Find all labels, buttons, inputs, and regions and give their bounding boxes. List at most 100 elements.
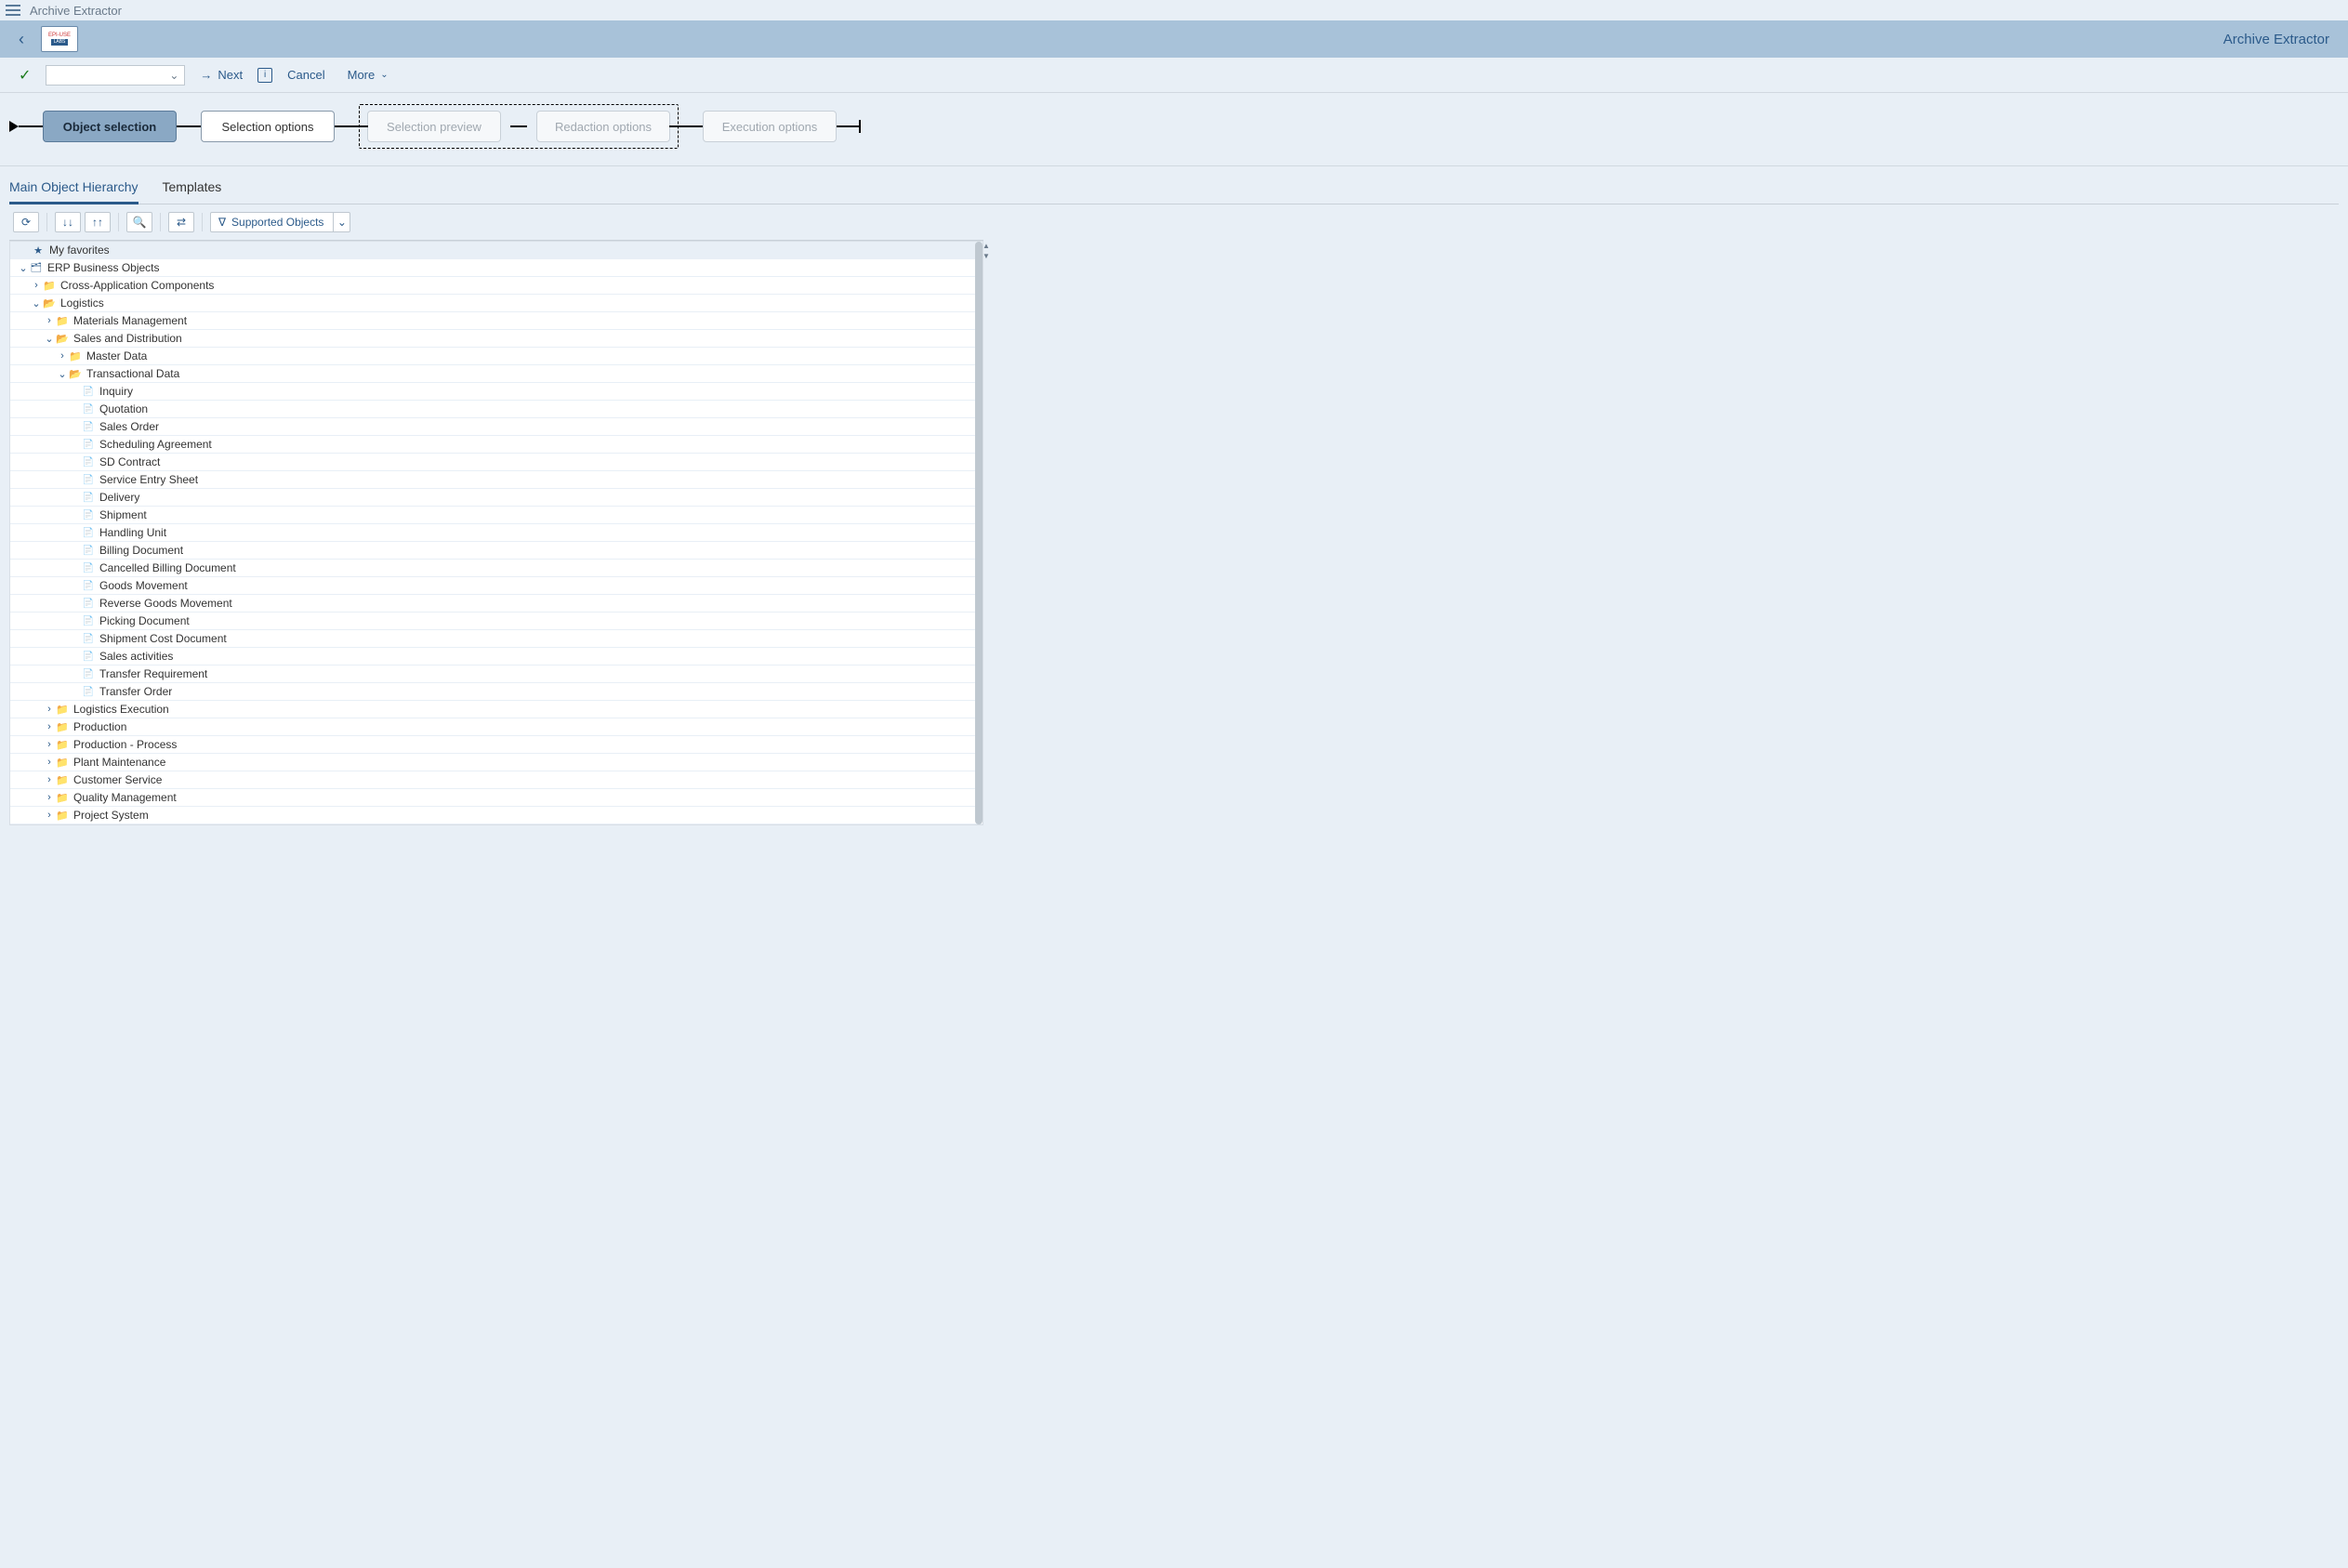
tree-leaf-transfer-order[interactable]: 📄Transfer Order [10,683,983,701]
folder-icon: 📁 [55,739,70,751]
tree-node-favorites[interactable]: ★ My favorites [10,242,983,259]
expand-icon[interactable]: › [44,792,55,803]
logo-bottom: LABS [51,39,69,46]
tree-node-trans-data[interactable]: ⌄ 📂 Transactional Data [10,365,983,383]
tree-leaf-sd-contract[interactable]: 📄SD Contract [10,454,983,471]
tree-node-sd[interactable]: ⌄ 📂 Sales and Distribution [10,330,983,348]
collapse-icon[interactable]: ⌄ [57,368,68,380]
tree-leaf-billing-doc[interactable]: 📄Billing Document [10,542,983,560]
find-button[interactable]: 🔍 [126,212,152,232]
tree-leaf-handling-unit[interactable]: 📄Handling Unit [10,524,983,542]
folder-icon: 📁 [55,721,70,733]
tree-toolbar: ⟳ ↓↓ ↑↑ 🔍 ⇄ ∇Supported Objects ⌄ [9,204,983,241]
page-title: Archive Extractor [2223,32,2329,47]
tree-leaf-goods-movement[interactable]: 📄Goods Movement [10,577,983,595]
expand-icon[interactable]: › [44,721,55,732]
train-connector [335,125,359,127]
tree-node-logistics[interactable]: ⌄ 📂 Logistics [10,295,983,312]
tree-leaf-transfer-req[interactable]: 📄Transfer Requirement [10,665,983,683]
tree-leaf-delivery[interactable]: 📄Delivery [10,489,983,507]
transaction-field[interactable] [46,66,184,85]
doc-icon: 📄 [81,669,96,679]
expand-icon[interactable]: › [57,350,68,362]
collapse-icon[interactable]: ⌄ [31,297,42,310]
filter-label: Supported Objects [231,216,323,229]
doc-icon: 📄 [81,687,96,697]
step-selection-preview: Selection preview [367,111,501,142]
tree-node-cross-app[interactable]: › 📁 Cross-Application Components [10,277,983,295]
info-icon[interactable]: i [257,68,272,83]
check-icon[interactable]: ✓ [19,66,31,85]
collapse-all-button[interactable]: ↑↑ [85,212,111,232]
collapse-icon[interactable]: ⌄ [44,333,55,345]
tab-templates[interactable]: Templates [163,179,222,204]
doc-icon: 📄 [81,422,96,432]
doc-icon: 📄 [81,440,96,450]
package-icon: 🗂 [29,263,44,273]
expand-icon[interactable]: › [44,315,55,326]
tree-scroll-arrows[interactable]: ▲▼ [983,242,990,260]
doc-icon: 📄 [81,652,96,662]
doc-icon: 📄 [81,475,96,485]
step-selection-options[interactable]: Selection options [201,111,335,142]
tree-node-mm[interactable]: › 📁 Materials Management [10,312,983,330]
tree-leaf-shipment-cost[interactable]: 📄Shipment Cost Document [10,630,983,648]
expand-icon[interactable]: › [44,704,55,715]
expand-icon[interactable]: › [44,810,55,821]
tree-leaf-quotation[interactable]: 📄Quotation [10,401,983,418]
filter-combo[interactable]: ∇Supported Objects ⌄ [210,212,350,232]
folder-icon: 📁 [55,704,70,716]
tree-node-cust-service[interactable]: › 📁 Customer Service [10,771,983,789]
more-button[interactable]: More ⌄ [340,68,396,82]
back-button[interactable]: ‹ [19,30,24,49]
chevron-down-icon: ⌄ [380,70,388,80]
tab-strip: Main Object Hierarchy Templates [9,179,2339,204]
cancel-button[interactable]: Cancel [280,68,332,82]
expand-icon[interactable]: › [44,774,55,785]
expand-icon[interactable]: › [44,739,55,750]
tree-leaf-sales-order[interactable]: 📄Sales Order [10,418,983,436]
train-connector [510,125,527,127]
tree-node-production[interactable]: › 📁 Production [10,718,983,736]
tree-leaf-sales-activities[interactable]: 📄Sales activities [10,648,983,665]
expand-all-button[interactable]: ↓↓ [55,212,81,232]
layout-button[interactable]: ⇄ [168,212,194,232]
tree-node-logistics-exec[interactable]: › 📁 Logistics Execution [10,701,983,718]
tab-main-hierarchy[interactable]: Main Object Hierarchy [9,179,139,204]
tree-node-plant-maint[interactable]: › 📁 Plant Maintenance [10,754,983,771]
tree-leaf-picking-doc[interactable]: 📄Picking Document [10,613,983,630]
doc-icon: 📄 [81,634,96,644]
refresh-button[interactable]: ⟳ [13,212,39,232]
tree-leaf-service-entry[interactable]: 📄Service Entry Sheet [10,471,983,489]
expand-icon[interactable]: › [44,757,55,768]
tree-leaf-inquiry[interactable]: 📄Inquiry [10,383,983,401]
tree-leaf-cancelled-billing[interactable]: 📄Cancelled Billing Document [10,560,983,577]
expand-icon[interactable]: › [31,280,42,291]
logo-badge: EPI-USE LABS [41,26,78,52]
tree-node-project-system[interactable]: › 📁 Project System [10,807,983,824]
doc-icon: 📄 [81,581,96,591]
doc-icon: 📄 [81,404,96,415]
next-button[interactable]: → Next [192,68,250,82]
transaction-input[interactable]: ⌄ [46,65,185,86]
tree-node-master-data[interactable]: › 📁 Master Data [10,348,983,365]
tree-node-quality-mgmt[interactable]: › 📁 Quality Management [10,789,983,807]
tree-leaf-reverse-goods[interactable]: 📄Reverse Goods Movement [10,595,983,613]
doc-icon: 📄 [81,457,96,468]
train-connector [837,125,859,127]
menu-icon[interactable] [6,3,20,18]
wizard-train: Object selection Selection options Selec… [0,93,2348,166]
next-label: Next [218,68,243,82]
doc-icon: 📄 [81,387,96,397]
tree-node-production-proc[interactable]: › 📁 Production - Process [10,736,983,754]
tree-node-erp[interactable]: ⌄ 🗂 ERP Business Objects [10,259,983,277]
collapse-icon[interactable]: ⌄ [18,262,29,274]
sub-header: ‹ EPI-USE LABS Archive Extractor [0,20,2348,58]
tree-leaf-shipment[interactable]: 📄Shipment [10,507,983,524]
more-label: More [348,68,376,82]
chevron-down-icon[interactable]: ⌄ [333,213,350,231]
tree-leaf-scheduling-agreement[interactable]: 📄Scheduling Agreement [10,436,983,454]
step-object-selection[interactable]: Object selection [43,111,177,142]
tree-scrollbar[interactable] [975,242,983,824]
folder-open-icon: 📂 [55,333,70,345]
